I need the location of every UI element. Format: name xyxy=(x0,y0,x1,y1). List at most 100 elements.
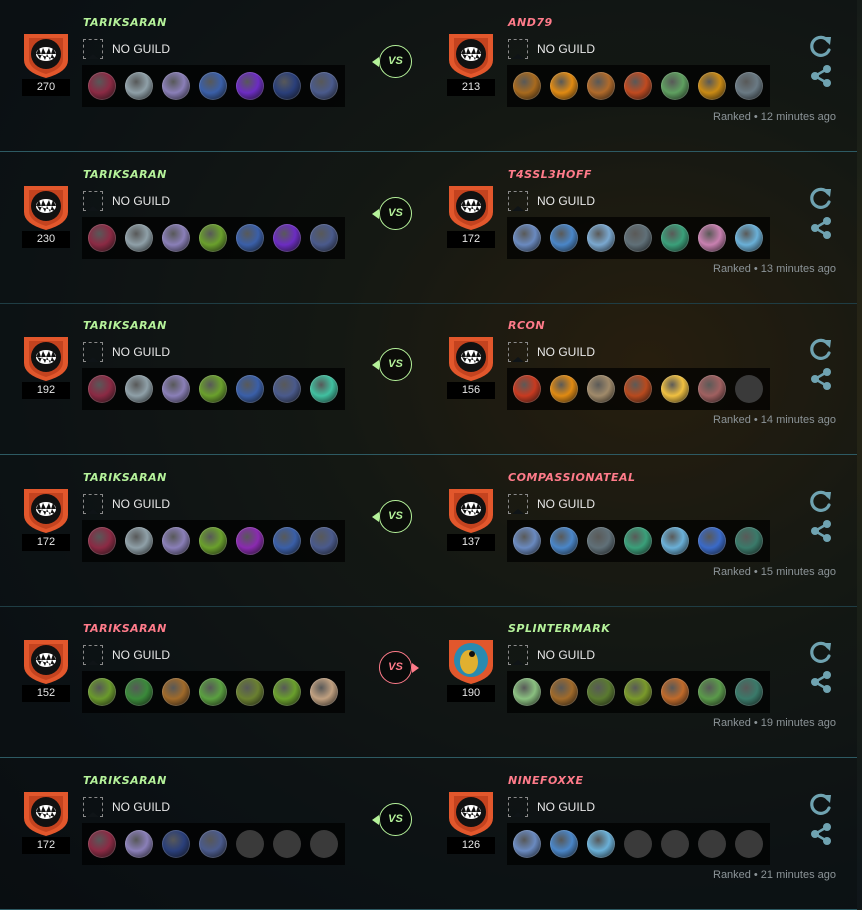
share-icon[interactable] xyxy=(808,821,834,847)
card-thumbnail[interactable] xyxy=(624,375,652,403)
card-thumbnail[interactable] xyxy=(735,678,763,706)
player-name[interactable]: TARIKSARAN xyxy=(83,319,167,332)
card-thumbnail[interactable] xyxy=(550,72,578,100)
player-name[interactable]: TARIKSARAN xyxy=(83,471,167,484)
player-name[interactable]: RCON xyxy=(508,319,545,332)
card-thumbnail[interactable] xyxy=(88,72,116,100)
card-thumbnail[interactable] xyxy=(624,223,652,252)
card-thumbnail[interactable] xyxy=(236,72,264,100)
fanged-mouth-avatar-icon[interactable] xyxy=(20,331,72,383)
card-thumbnail[interactable] xyxy=(88,526,116,555)
fanged-mouth-avatar-icon[interactable] xyxy=(20,483,72,535)
card-thumbnail[interactable] xyxy=(698,526,726,555)
card-thumbnail[interactable] xyxy=(125,678,153,706)
card-thumbnail[interactable] xyxy=(88,223,116,252)
player-name[interactable]: TARIKSARAN xyxy=(83,16,167,29)
card-thumbnail[interactable] xyxy=(236,526,264,555)
card-thumbnail[interactable] xyxy=(735,223,763,252)
card-thumbnail[interactable] xyxy=(661,72,689,100)
card-thumbnail[interactable] xyxy=(199,829,227,858)
card-thumbnail[interactable] xyxy=(199,72,227,100)
card-thumbnail[interactable] xyxy=(88,678,116,706)
card-thumbnail[interactable] xyxy=(550,375,578,403)
card-thumbnail[interactable] xyxy=(587,526,615,555)
card-thumbnail[interactable] xyxy=(125,223,153,252)
share-icon[interactable] xyxy=(808,366,834,392)
card-thumbnail[interactable] xyxy=(550,526,578,555)
card-thumbnail[interactable] xyxy=(273,375,301,403)
fanged-mouth-avatar-icon[interactable] xyxy=(20,786,72,838)
share-icon[interactable] xyxy=(808,518,834,544)
card-thumbnail[interactable] xyxy=(661,223,689,252)
share-icon[interactable] xyxy=(808,669,834,695)
card-thumbnail[interactable] xyxy=(273,223,301,252)
replay-icon[interactable] xyxy=(808,488,834,514)
fanged-mouth-avatar-icon[interactable] xyxy=(445,786,497,838)
card-thumbnail[interactable] xyxy=(513,72,541,100)
card-thumbnail[interactable] xyxy=(273,526,301,555)
card-thumbnail[interactable] xyxy=(162,829,190,858)
fanged-mouth-avatar-icon[interactable] xyxy=(445,28,497,80)
card-thumbnail[interactable] xyxy=(310,375,338,403)
card-thumbnail[interactable] xyxy=(698,72,726,100)
card-thumbnail[interactable] xyxy=(587,829,615,858)
fanged-mouth-avatar-icon[interactable] xyxy=(445,180,497,232)
card-thumbnail[interactable] xyxy=(550,829,578,858)
card-thumbnail[interactable] xyxy=(236,223,264,252)
card-thumbnail[interactable] xyxy=(236,678,264,706)
card-thumbnail[interactable] xyxy=(162,526,190,555)
dragon-avatar-icon[interactable] xyxy=(445,634,497,686)
card-thumbnail[interactable] xyxy=(587,72,615,100)
card-thumbnail[interactable] xyxy=(310,526,338,555)
card-thumbnail[interactable] xyxy=(735,72,763,100)
card-thumbnail[interactable] xyxy=(236,375,264,403)
card-thumbnail[interactable] xyxy=(162,375,190,403)
card-thumbnail[interactable] xyxy=(698,678,726,706)
fanged-mouth-avatar-icon[interactable] xyxy=(445,331,497,383)
card-thumbnail[interactable] xyxy=(125,526,153,555)
player-name[interactable]: TARIKSARAN xyxy=(83,774,167,787)
card-thumbnail[interactable] xyxy=(199,223,227,252)
fanged-mouth-avatar-icon[interactable] xyxy=(20,28,72,80)
player-name[interactable]: TARIKSARAN xyxy=(83,168,167,181)
card-thumbnail[interactable] xyxy=(735,526,763,555)
card-thumbnail[interactable] xyxy=(125,375,153,403)
card-thumbnail[interactable] xyxy=(162,678,190,706)
fanged-mouth-avatar-icon[interactable] xyxy=(20,180,72,232)
card-thumbnail[interactable] xyxy=(624,526,652,555)
card-thumbnail[interactable] xyxy=(88,829,116,858)
card-thumbnail[interactable] xyxy=(624,678,652,706)
card-thumbnail[interactable] xyxy=(550,223,578,252)
player-name[interactable]: COMPASSIONATEAL xyxy=(508,471,636,484)
card-thumbnail[interactable] xyxy=(661,678,689,706)
fanged-mouth-avatar-icon[interactable] xyxy=(20,634,72,686)
card-thumbnail[interactable] xyxy=(587,678,615,706)
card-thumbnail[interactable] xyxy=(513,829,541,858)
card-thumbnail[interactable] xyxy=(624,72,652,100)
card-thumbnail[interactable] xyxy=(125,72,153,100)
card-thumbnail[interactable] xyxy=(587,375,615,403)
card-thumbnail[interactable] xyxy=(550,678,578,706)
share-icon[interactable] xyxy=(808,215,834,241)
card-thumbnail[interactable] xyxy=(88,375,116,403)
card-thumbnail[interactable] xyxy=(310,678,338,706)
card-thumbnail[interactable] xyxy=(513,526,541,555)
card-thumbnail[interactable] xyxy=(661,526,689,555)
replay-icon[interactable] xyxy=(808,639,834,665)
card-thumbnail[interactable] xyxy=(273,72,301,100)
card-thumbnail[interactable] xyxy=(698,375,726,403)
card-thumbnail[interactable] xyxy=(199,375,227,403)
card-thumbnail[interactable] xyxy=(587,223,615,252)
card-thumbnail[interactable] xyxy=(162,72,190,100)
fanged-mouth-avatar-icon[interactable] xyxy=(445,483,497,535)
player-name[interactable]: NINEFOXXE xyxy=(508,774,583,787)
player-name[interactable]: AND79 xyxy=(508,16,553,29)
share-icon[interactable] xyxy=(808,63,834,89)
replay-icon[interactable] xyxy=(808,185,834,211)
card-thumbnail[interactable] xyxy=(162,223,190,252)
card-thumbnail[interactable] xyxy=(199,526,227,555)
card-thumbnail[interactable] xyxy=(273,678,301,706)
card-thumbnail[interactable] xyxy=(125,829,153,858)
player-name[interactable]: TARIKSARAN xyxy=(83,622,167,635)
card-thumbnail[interactable] xyxy=(661,375,689,403)
